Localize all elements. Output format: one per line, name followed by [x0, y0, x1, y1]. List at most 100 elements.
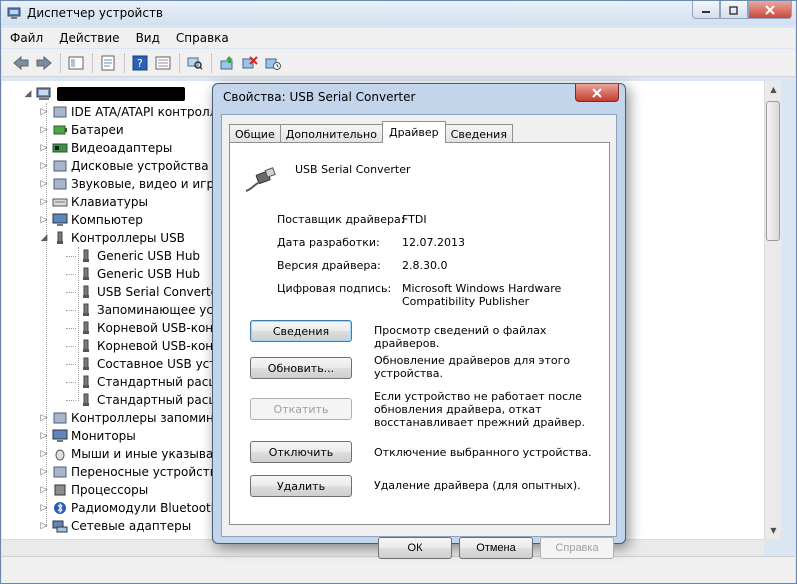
- dialog-close-button[interactable]: [575, 84, 619, 102]
- scroll-up-icon[interactable]: ▲: [765, 81, 782, 98]
- monitor-icon: [52, 429, 68, 442]
- help-button[interactable]: Справка: [540, 537, 614, 559]
- usb-device-icon: [83, 339, 89, 352]
- uninstall-device-icon: [265, 58, 281, 70]
- scroll-down-icon[interactable]: ▼: [765, 522, 782, 539]
- roll-back-driver-description: Если устройство не работает после обновл…: [374, 390, 585, 429]
- toolbar-separator: [211, 52, 212, 73]
- usb-device-icon: [83, 303, 89, 316]
- driver-provider-label: Поставщик драйвера:: [277, 213, 405, 226]
- tab-driver[interactable]: Драйвер: [381, 121, 446, 143]
- digital-signer-label: Цифровая подпись:: [277, 282, 392, 295]
- close-icon: [765, 4, 775, 15]
- driver-details-button[interactable]: Сведения: [250, 320, 352, 342]
- close-button[interactable]: [748, 1, 792, 19]
- expand-arrow-icon[interactable]: ▷: [38, 467, 50, 477]
- expand-arrow-icon[interactable]: ▷: [38, 413, 50, 423]
- properties-button[interactable]: [97, 52, 119, 74]
- expand-arrow-icon[interactable]: ▷: [38, 215, 50, 225]
- tree-view-button[interactable]: [65, 52, 87, 74]
- expand-arrow-icon[interactable]: ▷: [38, 179, 50, 189]
- tree-item-label: Батареи: [71, 123, 124, 137]
- tree-category[interactable]: ▷ Дисковые устройства: [38, 157, 209, 175]
- tree-category[interactable]: ▷ Переносные устройства: [38, 463, 225, 481]
- toolbar-separator: [179, 52, 180, 73]
- tree-category[interactable]: ▷ Компьютер: [38, 211, 143, 229]
- tree-category[interactable]: ▷ Мониторы: [38, 427, 136, 445]
- vertical-scrollbar[interactable]: ▲ ▼: [764, 81, 781, 539]
- usb-device-icon: [83, 393, 89, 406]
- expand-arrow-icon[interactable]: ▷: [38, 485, 50, 495]
- storage-controller-icon: [53, 412, 67, 424]
- device-view-button[interactable]: [152, 52, 174, 74]
- help-button[interactable]: ?: [129, 52, 151, 74]
- scroll-thumb[interactable]: [766, 101, 780, 241]
- roll-back-driver-button[interactable]: Откатить: [250, 398, 352, 420]
- tree-item-label: Клавиатуры: [71, 195, 148, 209]
- disable-device-button[interactable]: [239, 52, 261, 74]
- tree-item-label: Дисковые устройства: [71, 159, 209, 173]
- properties-dialog: Свойства: USB Serial Converter Общие Доп…: [212, 83, 626, 559]
- maximize-button[interactable]: [720, 1, 748, 19]
- usb-child-item[interactable]: Generic USB Hub: [66, 247, 200, 265]
- bluetooth-icon: [54, 502, 66, 514]
- scan-hardware-icon: [187, 57, 203, 70]
- tree-category[interactable]: ▷ Клавиатуры: [38, 193, 148, 211]
- menu-file[interactable]: Файл: [2, 28, 51, 48]
- display-adapter-icon: [52, 143, 68, 153]
- expand-arrow-icon[interactable]: ▷: [38, 521, 50, 531]
- menu-view[interactable]: Вид: [128, 28, 168, 48]
- dialog-title: Свойства: USB Serial Converter: [223, 90, 416, 104]
- expand-arrow-icon[interactable]: ▷: [38, 197, 50, 207]
- tree-category[interactable]: ▷ Процессоры: [38, 481, 149, 499]
- back-button[interactable]: [10, 52, 32, 74]
- ok-button[interactable]: ОК: [378, 537, 452, 559]
- tree-category[interactable]: ▷ Радиомодули Bluetooth: [38, 499, 219, 517]
- minimize-icon: [702, 10, 710, 13]
- update-driver-button[interactable]: [216, 52, 238, 74]
- expand-arrow-icon[interactable]: ▷: [38, 503, 50, 513]
- scan-hardware-button[interactable]: [184, 52, 206, 74]
- update-driver-button[interactable]: Обновить...: [250, 357, 352, 379]
- sound-icon: [53, 178, 67, 190]
- uninstall-button[interactable]: Удалить: [250, 475, 352, 497]
- expand-arrow-icon[interactable]: ▷: [38, 143, 50, 153]
- usb-child-item[interactable]: Generic USB Hub: [66, 265, 200, 283]
- expand-arrow-icon[interactable]: ▷: [38, 161, 50, 171]
- menu-help[interactable]: Справка: [168, 28, 237, 48]
- battery-icon: [53, 125, 67, 135]
- tab-details[interactable]: Сведения: [444, 124, 513, 143]
- device-manager-icon: [7, 7, 21, 19]
- expand-arrow-icon[interactable]: ▷: [38, 107, 50, 117]
- expand-arrow-icon[interactable]: ▷: [38, 125, 50, 135]
- expand-arrow-icon[interactable]: ▷: [38, 449, 50, 459]
- usb-child-item[interactable]: USB Serial Converter: [66, 283, 223, 301]
- tab-strip: Общие Дополнительно Драйвер Сведения: [229, 121, 513, 143]
- usb-plug-icon: [245, 167, 276, 192]
- tree-category[interactable]: ▷ Видеоадаптеры: [38, 139, 173, 157]
- tab-general[interactable]: Общие: [229, 124, 281, 143]
- uninstall-device-button[interactable]: [262, 52, 284, 74]
- update-driver-icon: [220, 55, 233, 69]
- tree-category[interactable]: ◢ Контроллеры USB: [38, 229, 185, 247]
- digital-signer-value: Microsoft Windows Hardware Compatibility…: [402, 282, 562, 308]
- toolbar-separator: [60, 52, 61, 73]
- ide-icon: [53, 106, 67, 118]
- tree-root[interactable]: ◢: [22, 85, 185, 103]
- tree-category[interactable]: ▷ Сетевые адаптеры: [38, 517, 192, 535]
- tree-category[interactable]: ▷ Батареи: [38, 121, 124, 139]
- disable-button[interactable]: Отключить: [250, 441, 352, 463]
- forward-button[interactable]: [33, 52, 55, 74]
- collapse-arrow-icon[interactable]: ◢: [22, 89, 34, 99]
- device-view-icon: [155, 56, 171, 69]
- properties-icon: [101, 55, 115, 70]
- cancel-button[interactable]: Отмена: [459, 537, 533, 559]
- collapse-arrow-icon[interactable]: ◢: [38, 233, 50, 243]
- minimize-button[interactable]: [692, 1, 720, 19]
- menu-action[interactable]: Действие: [51, 28, 127, 48]
- tree-item-label: Радиомодули Bluetooth: [71, 501, 219, 515]
- tab-advanced[interactable]: Дополнительно: [279, 124, 383, 143]
- update-driver-description: Обновление драйверов для этого устройств…: [374, 354, 571, 380]
- usb-controller-icon: [57, 231, 63, 244]
- expand-arrow-icon[interactable]: ▷: [38, 431, 50, 441]
